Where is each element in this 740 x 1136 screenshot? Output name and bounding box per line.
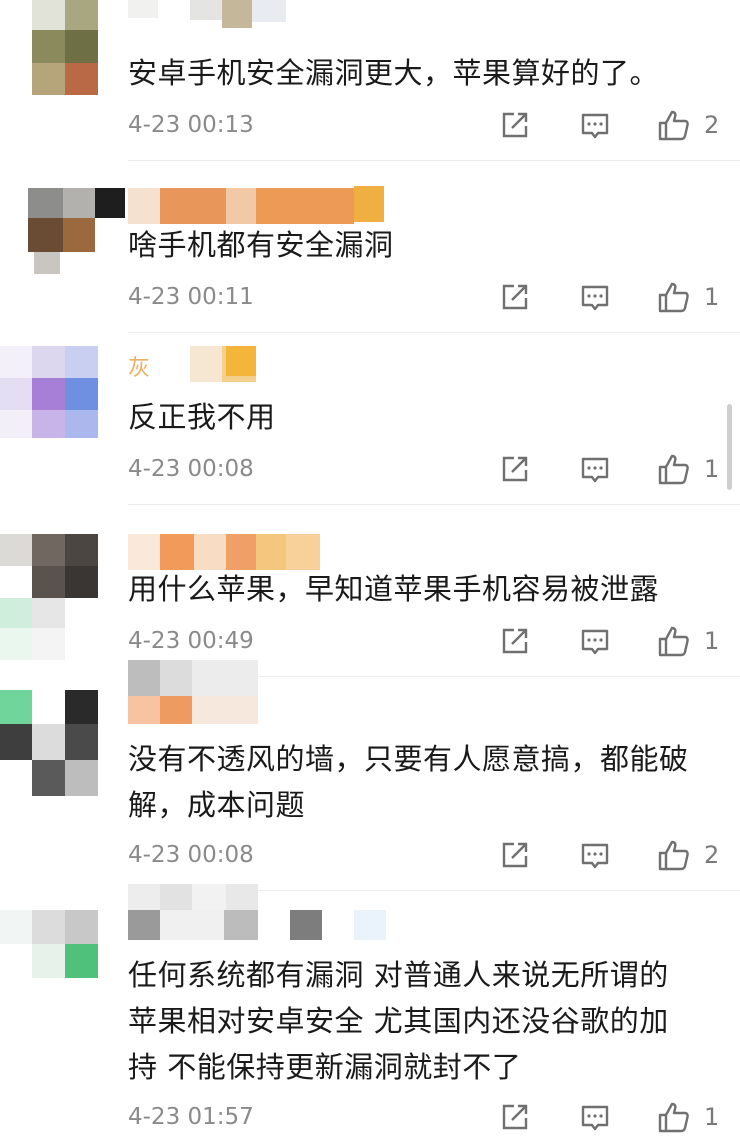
reply-button[interactable] — [578, 624, 618, 660]
reply-button[interactable] — [578, 280, 618, 316]
like-button[interactable] — [656, 838, 696, 874]
comment-time: 4-23 00:08 — [128, 842, 254, 868]
avatar[interactable] — [0, 0, 110, 100]
divider — [128, 504, 740, 505]
share-icon — [502, 628, 528, 654]
username-text: 灰 — [128, 356, 151, 381]
thumbs-up-icon — [658, 282, 689, 313]
comment-icon — [581, 113, 609, 139]
share-button[interactable] — [498, 280, 538, 316]
comment-text: 任何系统都有漏洞 对普通人来说无所谓的 苹果相对安卓安全 尤其国内还没谷歌的加 … — [128, 958, 669, 1084]
share-icon — [502, 284, 528, 310]
share-icon — [502, 842, 528, 868]
avatar[interactable] — [0, 504, 110, 684]
scrollbar[interactable] — [727, 404, 732, 490]
share-icon — [502, 112, 528, 138]
comment-time: 4-23 00:49 — [128, 628, 254, 654]
comment-time: 4-23 00:11 — [128, 284, 254, 310]
like-button[interactable] — [656, 452, 696, 488]
thumbs-up-icon — [658, 454, 689, 485]
thumbs-up-icon — [658, 110, 689, 141]
comment-icon — [581, 629, 609, 655]
comment-text: 没有不透风的墙，只要有人愿意搞，都能破 解，成本问题 — [128, 742, 689, 822]
like-count: 1 — [704, 455, 720, 483]
divider — [128, 160, 740, 161]
comment-time: 4-23 00:08 — [128, 456, 254, 482]
like-count: 1 — [704, 627, 720, 655]
like-count: 1 — [704, 1103, 720, 1131]
share-button[interactable] — [498, 838, 538, 874]
avatar[interactable] — [0, 890, 110, 990]
comment-icon — [581, 285, 609, 311]
avatar[interactable] — [0, 332, 110, 438]
like-button[interactable] — [656, 1100, 696, 1136]
reply-button[interactable] — [578, 1100, 618, 1136]
comment-meta: 4-23 00:08 1 — [128, 452, 720, 488]
share-button[interactable] — [498, 624, 538, 660]
share-button[interactable] — [498, 1100, 538, 1136]
comment-text: 啥手机都有安全漏洞 — [128, 228, 394, 262]
thumbs-up-icon — [658, 840, 689, 871]
comment-icon — [581, 843, 609, 869]
comment-meta: 4-23 01:57 1 — [128, 1100, 720, 1136]
like-count: 2 — [704, 111, 720, 139]
comment-meta: 4-23 00:11 1 — [128, 280, 720, 316]
comment-time: 4-23 00:13 — [128, 112, 254, 138]
like-count: 1 — [704, 283, 720, 311]
comment-meta: 4-23 00:08 2 — [128, 838, 720, 874]
reply-button[interactable] — [578, 452, 618, 488]
divider — [128, 332, 740, 333]
reply-button[interactable] — [578, 838, 618, 874]
comment-text: 用什么苹果，早知道苹果手机容易被泄露 — [128, 572, 660, 606]
comment-meta: 4-23 00:49 1 — [128, 624, 720, 660]
thumbs-up-icon — [658, 626, 689, 657]
comment-text: 反正我不用 — [128, 400, 276, 434]
like-button[interactable] — [656, 624, 696, 660]
share-button[interactable] — [498, 452, 538, 488]
avatar[interactable] — [0, 676, 110, 816]
like-button[interactable] — [656, 108, 696, 144]
avatar[interactable] — [0, 160, 125, 274]
comment-icon — [581, 457, 609, 483]
like-button[interactable] — [656, 280, 696, 316]
comment-time: 4-23 01:57 — [128, 1104, 254, 1130]
share-button[interactable] — [498, 108, 538, 144]
like-count: 2 — [704, 841, 720, 869]
comment-meta: 4-23 00:13 2 — [128, 108, 720, 144]
reply-button[interactable] — [578, 108, 618, 144]
share-icon — [502, 1104, 528, 1130]
comment-text: 安卓手机安全漏洞更大，苹果算好的了。 — [128, 56, 660, 90]
comment-icon — [581, 1105, 609, 1131]
share-icon — [502, 456, 528, 482]
thumbs-up-icon — [658, 1102, 689, 1133]
